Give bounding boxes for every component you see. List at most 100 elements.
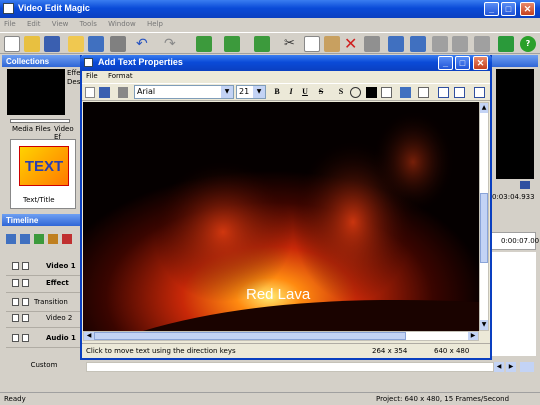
chevron-down-icon[interactable]: ▼ bbox=[221, 86, 233, 98]
underline-button[interactable]: U bbox=[298, 85, 312, 99]
lava-plume-left bbox=[153, 162, 293, 302]
overlay-text[interactable]: Red Lava bbox=[246, 286, 310, 303]
dialog-maximize-button[interactable]: □ bbox=[455, 56, 470, 70]
split-track-icon[interactable] bbox=[62, 234, 72, 244]
maximize-button[interactable]: □ bbox=[501, 2, 516, 16]
app-icon bbox=[3, 3, 14, 14]
export-icon[interactable] bbox=[452, 36, 468, 52]
dialog-save-icon[interactable] bbox=[99, 87, 110, 98]
size-dropdown[interactable]: 21 ▼ bbox=[236, 85, 266, 99]
scroll-left-icon[interactable]: ◀ bbox=[494, 362, 504, 372]
add-audio-icon[interactable] bbox=[224, 36, 240, 52]
open-icon[interactable] bbox=[24, 36, 40, 52]
redo-icon[interactable]: ↷ bbox=[164, 36, 180, 52]
track-effect[interactable]: Effect bbox=[6, 273, 86, 293]
scroll-right-icon[interactable]: ▶ bbox=[506, 362, 516, 372]
render-icon[interactable] bbox=[432, 36, 448, 52]
timeline-horizontal-scrollbar[interactable] bbox=[86, 362, 494, 372]
undo-icon[interactable]: ↶ bbox=[136, 36, 152, 52]
app-titlebar[interactable]: Video Edit Magic _ □ ✕ bbox=[0, 0, 540, 18]
track-eye-icon[interactable] bbox=[12, 279, 19, 287]
marker-icon[interactable] bbox=[48, 234, 58, 244]
track-audio-1[interactable]: Audio 1 bbox=[6, 328, 86, 348]
track-lock-icon[interactable] bbox=[22, 279, 29, 287]
scroll-left-icon[interactable]: ◀ bbox=[84, 332, 94, 340]
timeline-zoom-icon[interactable] bbox=[520, 362, 534, 372]
track-lock-icon[interactable] bbox=[22, 314, 29, 322]
capture-icon[interactable] bbox=[110, 36, 126, 52]
zoom-out-icon[interactable] bbox=[20, 234, 30, 244]
track-eye-icon[interactable] bbox=[12, 262, 19, 270]
shadow-button[interactable]: S bbox=[334, 85, 348, 99]
settings-icon[interactable] bbox=[410, 36, 426, 52]
split-icon[interactable] bbox=[364, 36, 380, 52]
copy-icon[interactable] bbox=[304, 36, 320, 52]
dialog-menu-format[interactable]: Format bbox=[108, 72, 133, 80]
dialog-close-button[interactable]: ✕ bbox=[473, 56, 488, 70]
trim-icon[interactable] bbox=[388, 36, 404, 52]
help-icon[interactable]: ? bbox=[520, 36, 536, 52]
dialog-new-icon[interactable] bbox=[85, 87, 95, 98]
menu-view[interactable]: View bbox=[52, 20, 69, 28]
dialog-horizontal-scrollbar[interactable]: ◀ ▶ bbox=[83, 331, 479, 341]
text-title-thumbnail[interactable]: TEXT Text/Title bbox=[10, 139, 76, 209]
add-text-icon[interactable] bbox=[254, 36, 270, 52]
full-screen-icon[interactable] bbox=[520, 181, 530, 189]
dialog-menu-file[interactable]: File bbox=[86, 72, 98, 80]
track-lock-icon[interactable] bbox=[22, 262, 29, 270]
cut-icon[interactable]: ✂ bbox=[284, 36, 300, 52]
preview-canvas[interactable]: Red Lava bbox=[83, 102, 479, 331]
scroll-thumb[interactable] bbox=[480, 193, 488, 263]
menu-help[interactable]: Help bbox=[147, 20, 163, 28]
italic-button[interactable]: I bbox=[284, 85, 298, 99]
close-button[interactable]: ✕ bbox=[520, 2, 535, 16]
tab-media-files[interactable]: Media Files bbox=[12, 125, 51, 133]
font-dropdown[interactable]: Arial ▼ bbox=[134, 85, 234, 99]
track-eye-icon[interactable] bbox=[12, 298, 19, 306]
paste-icon[interactable] bbox=[324, 36, 340, 52]
track-eye-icon[interactable] bbox=[12, 314, 19, 322]
menu-tools[interactable]: Tools bbox=[80, 20, 97, 28]
dialog-titlebar[interactable]: Add Text Properties _ □ ✕ bbox=[80, 55, 492, 71]
text-props-icon[interactable] bbox=[474, 87, 485, 98]
align-center-icon[interactable] bbox=[454, 87, 465, 98]
track-lock-icon[interactable] bbox=[22, 298, 29, 306]
scroll-down-icon[interactable]: ▼ bbox=[480, 320, 488, 330]
zoom-level[interactable]: Custom bbox=[6, 360, 82, 371]
scroll-up-icon[interactable]: ▲ bbox=[480, 103, 488, 113]
add-video-icon[interactable] bbox=[196, 36, 212, 52]
preview-icon[interactable] bbox=[474, 36, 490, 52]
scroll-right-icon[interactable]: ▶ bbox=[468, 332, 478, 340]
delete-icon[interactable]: ✕ bbox=[344, 36, 360, 52]
menu-window[interactable]: Window bbox=[108, 20, 136, 28]
chevron-down-icon[interactable]: ▼ bbox=[253, 86, 265, 98]
menu-file[interactable]: File bbox=[4, 20, 16, 28]
dialog-minimize-button[interactable]: _ bbox=[438, 56, 453, 70]
align-left-icon[interactable] bbox=[438, 87, 449, 98]
strikeout-button[interactable]: S bbox=[314, 85, 328, 99]
dialog-vertical-scrollbar[interactable]: ▲ ▼ bbox=[479, 102, 489, 331]
outline-icon[interactable] bbox=[350, 87, 361, 98]
menu-edit[interactable]: Edit bbox=[27, 20, 41, 28]
alignment-icon[interactable] bbox=[418, 87, 429, 98]
transparency-icon[interactable] bbox=[400, 87, 411, 98]
thumb-label: Text/Title bbox=[23, 196, 55, 204]
new-icon[interactable] bbox=[4, 36, 20, 52]
minimize-button[interactable]: _ bbox=[484, 2, 499, 16]
zoom-in-icon[interactable] bbox=[6, 234, 16, 244]
track-label: Effect bbox=[46, 279, 69, 287]
film-icon[interactable] bbox=[88, 36, 104, 52]
h-scroll-thumb[interactable] bbox=[94, 332, 406, 340]
save-icon[interactable] bbox=[44, 36, 60, 52]
bold-button[interactable]: B bbox=[270, 85, 284, 99]
track-video-2[interactable]: Video 2 bbox=[6, 308, 86, 328]
dialog-delete-icon[interactable] bbox=[118, 87, 128, 98]
snap-icon[interactable] bbox=[34, 234, 44, 244]
text-color-swatch[interactable] bbox=[366, 87, 377, 98]
background-color-swatch[interactable] bbox=[381, 87, 392, 98]
track-lock-icon[interactable] bbox=[22, 334, 29, 342]
preview-slider[interactable] bbox=[10, 119, 70, 123]
record-icon[interactable] bbox=[498, 36, 514, 52]
track-speaker-icon[interactable] bbox=[12, 334, 19, 342]
folder-icon[interactable] bbox=[68, 36, 84, 52]
